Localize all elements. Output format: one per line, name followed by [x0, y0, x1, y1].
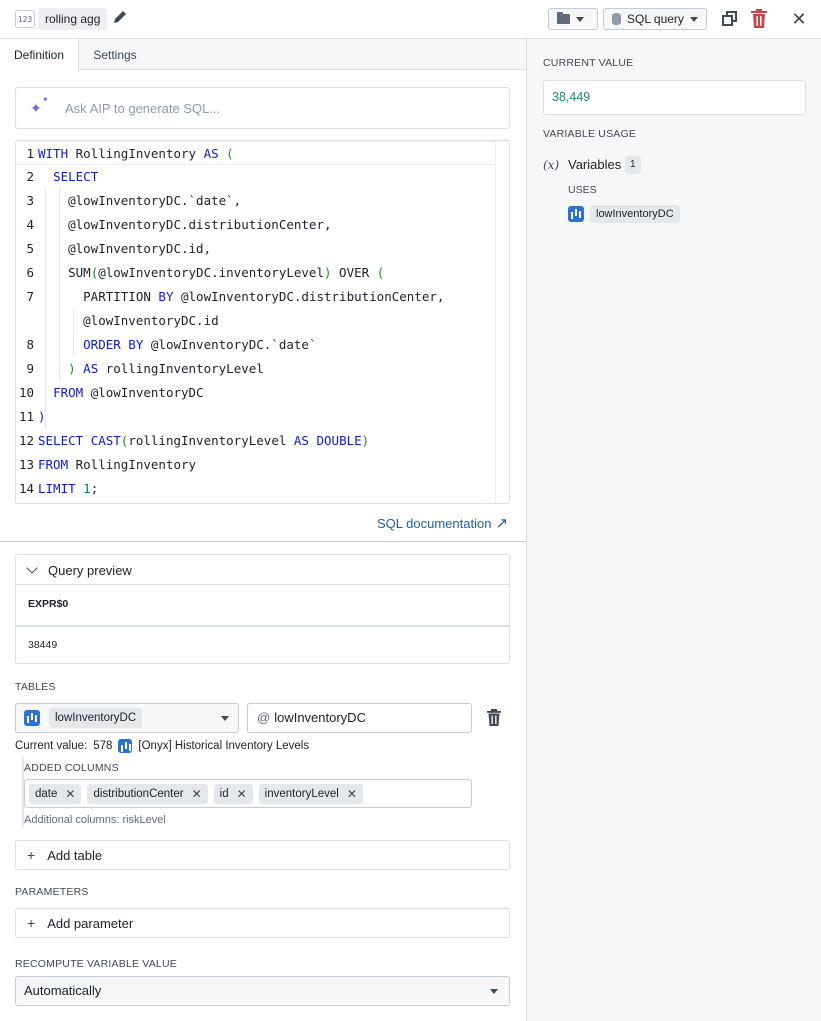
duplicate-icon[interactable] — [721, 10, 739, 28]
sql-code-editor[interactable]: 1 WITH RollingInventory AS ( 2 SELECT 3 @… — [15, 140, 510, 504]
external-link-icon: ↗ — [495, 515, 509, 532]
add-parameter-button[interactable]: + Add parameter — [15, 908, 510, 938]
caret-down-icon — [576, 16, 584, 22]
delete-trash-icon[interactable] — [750, 9, 768, 29]
code-line: 5 @lowInventoryDC.id, — [26, 241, 212, 256]
current-value-label: CURRENT VALUE — [543, 57, 634, 69]
code-line: @lowInventoryDC.id — [38, 313, 219, 328]
table-select[interactable]: lowInventoryDC — [15, 703, 239, 733]
query-preview-panel: Query preview EXPR$0 38449 — [15, 554, 510, 664]
object-set-icon — [24, 710, 40, 726]
code-line: 7 PARTITION BY @lowInventoryDC.distribut… — [26, 289, 445, 304]
table-current-value: Current value: 578 [Onyx] Historical Inv… — [15, 739, 310, 753]
current-value-display: 38,449 — [543, 80, 806, 115]
added-columns-label: ADDED COLUMNS — [24, 762, 119, 774]
divider — [0, 541, 527, 542]
remove-tag-icon[interactable]: ✕ — [65, 787, 75, 801]
caret-down-icon — [690, 16, 698, 22]
edit-pencil-icon[interactable] — [112, 9, 130, 29]
object-type-icon — [118, 739, 133, 753]
number-type-icon: 123 — [15, 10, 35, 28]
code-line: 1 WITH RollingInventory AS ( — [16, 141, 496, 165]
code-line: 2 SELECT — [26, 169, 99, 184]
column-tag: inventoryLevel ✕ — [258, 783, 363, 804]
aip-placeholder: Ask AIP to generate SQL... — [65, 101, 221, 116]
definition-panel: Definition Settings ✦ ✦ Ask AIP to gener… — [0, 39, 527, 1021]
tab-bar: Definition Settings — [0, 39, 526, 71]
tab-definition[interactable]: Definition — [0, 39, 79, 71]
code-line: 9 ) AS rollingInventoryLevel — [26, 361, 264, 376]
query-type-label: SQL query — [627, 12, 684, 26]
query-preview-toggle[interactable]: Query preview — [16, 555, 509, 585]
remove-tag-icon[interactable]: ✕ — [237, 787, 247, 801]
code-line: 13 FROM RollingInventory — [18, 457, 197, 472]
code-line: 12 SELECT CAST(rollingInventoryLevel AS D… — [18, 433, 370, 448]
table-alias-input[interactable]: @ lowInventoryDC — [247, 703, 472, 733]
preview-column-header: EXPR$0 — [28, 598, 69, 610]
column-tag: date ✕ — [29, 783, 82, 804]
chevron-down-icon — [26, 562, 38, 574]
caret-down-icon — [490, 989, 498, 994]
folder-icon — [557, 12, 570, 24]
remove-table-trash-icon[interactable] — [486, 709, 502, 727]
plus-icon: + — [27, 847, 36, 863]
variable-name[interactable]: rolling agg — [38, 8, 108, 30]
header-bar: 123 rolling agg SQL query ✕ — [0, 0, 821, 39]
variables-count-badge: 1 — [625, 156, 641, 174]
remove-tag-icon[interactable]: ✕ — [192, 787, 202, 801]
recompute-select[interactable]: Automatically — [15, 976, 510, 1006]
variable-info-panel: CURRENT VALUE 38,449 VARIABLE USAGE (x) … — [527, 39, 821, 1021]
object-set-icon — [568, 206, 584, 222]
additional-columns-text: Additional columns: riskLevel — [24, 814, 166, 826]
add-table-button[interactable]: + Add table — [15, 840, 510, 870]
uses-item-lowinventorydc[interactable]: lowInventoryDC — [568, 204, 680, 224]
code-line: 11) — [18, 409, 46, 424]
selected-table-chip: lowInventoryDC — [49, 708, 143, 728]
column-tag: distributionCenter ✕ — [87, 783, 208, 804]
columns-tag-input[interactable]: date ✕ distributionCenter ✕ id ✕ inventoryL… — [24, 779, 472, 808]
variables-label: Variables — [568, 157, 622, 172]
column-tag: id ✕ — [213, 783, 253, 804]
editor-scrollbar[interactable] — [495, 141, 509, 503]
remove-tag-icon[interactable]: ✕ — [347, 787, 357, 801]
code-line: 4 @lowInventoryDC.distributionCenter, — [26, 217, 332, 232]
code-line: 6 SUM(@lowInventoryDC.inventoryLevel) OV… — [26, 265, 385, 280]
plus-icon: + — [27, 915, 36, 931]
close-icon[interactable]: ✕ — [789, 8, 809, 30]
variable-usage-label: VARIABLE USAGE — [543, 128, 637, 140]
recompute-section-label: RECOMPUTE VARIABLE VALUE — [15, 958, 177, 970]
tab-settings[interactable]: Settings — [79, 39, 151, 70]
variable-icon: (x) — [543, 158, 560, 172]
caret-down-icon — [221, 716, 229, 721]
parameters-section-label: PARAMETERS — [15, 886, 89, 898]
code-line: 10 FROM @lowInventoryDC — [18, 385, 204, 400]
uses-label: USES — [568, 184, 597, 196]
query-type-select[interactable]: SQL query — [603, 8, 707, 30]
code-line: 8 ORDER BY @lowInventoryDC.`date` — [26, 337, 317, 352]
folder-select-button[interactable] — [548, 8, 598, 30]
code-line: 3 @lowInventoryDC.`date`, — [26, 193, 242, 208]
query-preview-title: Query preview — [48, 563, 132, 578]
code-line: 14 LIMIT 1; — [18, 481, 99, 496]
tables-section-label: TABLES — [15, 681, 56, 693]
aip-prompt-input[interactable]: ✦ ✦ Ask AIP to generate SQL... — [15, 87, 510, 129]
database-icon — [612, 13, 621, 25]
preview-cell-value: 38449 — [28, 639, 58, 651]
sql-documentation-link[interactable]: SQL documentation ↗ — [377, 514, 508, 532]
